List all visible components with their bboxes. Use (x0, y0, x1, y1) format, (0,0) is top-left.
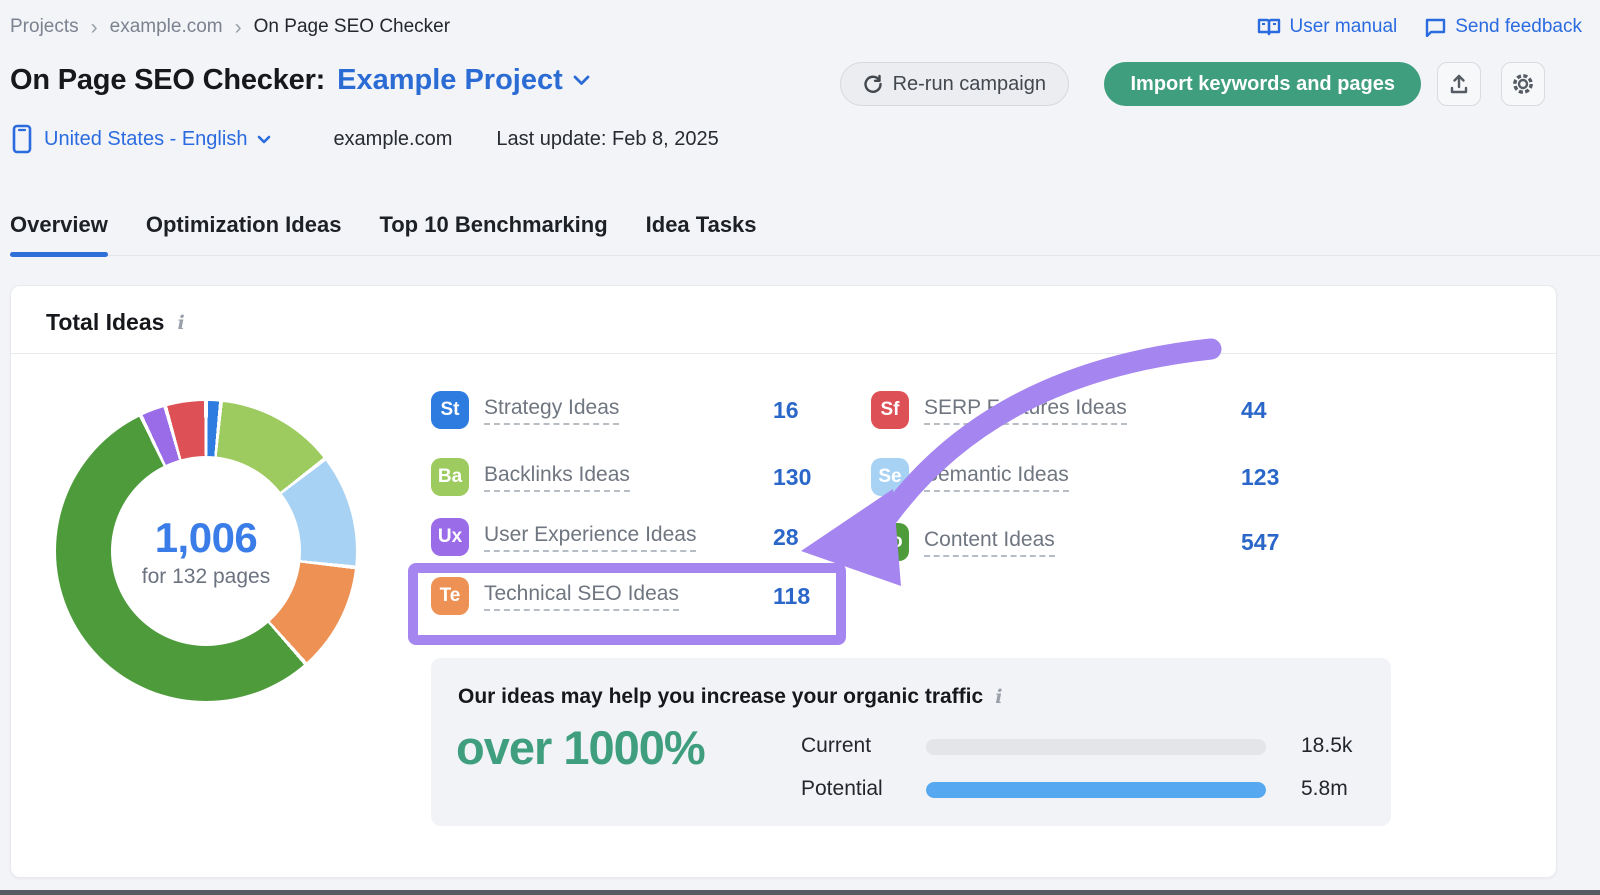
donut-chart[interactable]: 1,006 for 132 pages (56, 401, 356, 701)
total-ideas-count: 1,006 (155, 514, 258, 562)
legend-label[interactable]: Semantic Ideas (924, 463, 1069, 492)
potential-traffic-value: 5.8m (1301, 777, 1348, 801)
locale-label: United States - English (44, 128, 247, 151)
campaign-meta-row: United States - English example.com Last… (12, 124, 719, 154)
send-feedback-link[interactable]: Send feedback (1425, 16, 1582, 38)
legend-value: 118 (773, 583, 810, 610)
serp-features-badge: Sf (871, 391, 909, 429)
traffic-increase-highlight: over 1000% (456, 720, 705, 775)
legend-label[interactable]: SERP Features Ideas (924, 396, 1127, 425)
legend-value: 130 (773, 464, 811, 491)
settings-button[interactable] (1501, 62, 1545, 106)
page-title: On Page SEO Checker: (10, 64, 325, 97)
legend-label[interactable]: Technical SEO Ideas (484, 582, 679, 611)
rerun-campaign-label: Re-run campaign (893, 73, 1046, 96)
card-divider (11, 353, 1556, 354)
total-ideas-pages: for 132 pages (142, 565, 270, 589)
legend-item-strategy: St Strategy Ideas 16 (431, 388, 619, 432)
import-keywords-label: Import keywords and pages (1130, 73, 1395, 96)
last-update-text: Last update: Feb 8, 2025 (496, 128, 718, 151)
potential-traffic-bar (926, 782, 1266, 798)
chevron-right-icon: › (91, 17, 98, 38)
legend-item-serp-features: Sf SERP Features Ideas 44 (871, 388, 1127, 432)
current-traffic-value: 18.5k (1301, 734, 1352, 758)
legend-value: 547 (1241, 529, 1279, 556)
legend-label[interactable]: User Experience Ideas (484, 523, 696, 552)
legend-value: 123 (1241, 464, 1279, 491)
feedback-bubble-icon (1425, 17, 1446, 37)
legend-item-backlinks: Ba Backlinks Ideas 130 (431, 455, 630, 499)
window-bottom-edge (0, 890, 1600, 895)
potential-traffic-label: Potential (801, 777, 883, 801)
strategy-badge: St (431, 391, 469, 429)
legend-item-semantic: Se Semantic Ideas 123 (871, 455, 1069, 499)
card-title-row: Total Ideas i (46, 309, 185, 336)
user-manual-label: User manual (1290, 16, 1398, 38)
tab-optimization-ideas[interactable]: Optimization Ideas (146, 206, 342, 255)
chevron-down-icon (257, 135, 271, 144)
breadcrumb-domain[interactable]: example.com (110, 16, 223, 38)
gear-icon (1511, 72, 1535, 96)
tab-idea-tasks[interactable]: Idea Tasks (646, 206, 757, 255)
locale-dropdown[interactable]: United States - English (44, 128, 271, 151)
legend-label[interactable]: Strategy Ideas (484, 396, 619, 425)
send-feedback-label: Send feedback (1455, 16, 1582, 38)
card-title: Total Ideas (46, 309, 164, 336)
legend-item-content: Co Content Ideas 547 (871, 520, 1055, 564)
backlinks-badge: Ba (431, 458, 469, 496)
refresh-icon (863, 74, 883, 94)
campaign-domain: example.com (333, 128, 452, 151)
legend-value: 28 (773, 524, 799, 551)
info-icon[interactable]: i (177, 312, 184, 334)
upload-icon (1448, 73, 1470, 95)
breadcrumb-current-page: On Page SEO Checker (254, 16, 450, 38)
export-upload-button[interactable] (1437, 62, 1481, 106)
user-experience-badge: Ux (431, 518, 469, 556)
tab-overview[interactable]: Overview (10, 206, 108, 255)
current-traffic-label: Current (801, 734, 871, 758)
potential-traffic-fill (926, 782, 1266, 798)
import-keywords-button[interactable]: Import keywords and pages (1104, 62, 1421, 106)
project-dropdown[interactable]: Example Project (337, 64, 590, 97)
user-manual-link[interactable]: User manual (1257, 16, 1398, 38)
legend-value: 44 (1241, 397, 1267, 424)
legend-value: 16 (773, 397, 799, 424)
legend-label[interactable]: Backlinks Ideas (484, 463, 630, 492)
book-icon (1257, 17, 1281, 37)
content-badge: Co (871, 523, 909, 561)
tab-top-10-benchmarking[interactable]: Top 10 Benchmarking (379, 206, 607, 255)
technical-seo-badge: Te (431, 577, 469, 615)
device-icon (12, 124, 32, 154)
legend-item-user-experience: Ux User Experience Ideas 28 (431, 515, 696, 559)
page-title-row: On Page SEO Checker: Example Project (10, 64, 590, 97)
traffic-panel-title-row: Our ideas may help you increase your org… (458, 685, 1002, 709)
semantic-badge: Se (871, 458, 909, 496)
chevron-down-icon (573, 75, 590, 86)
organic-traffic-panel: Our ideas may help you increase your org… (431, 658, 1391, 826)
current-traffic-bar (926, 739, 1266, 755)
total-ideas-card: Total Ideas i 1,006 for 132 pages St Str… (10, 285, 1557, 878)
rerun-campaign-button[interactable]: Re-run campaign (840, 62, 1069, 106)
traffic-panel-title: Our ideas may help you increase your org… (458, 685, 983, 709)
on-page-seo-checker-screen: Projects › example.com › On Page SEO Che… (0, 0, 1600, 895)
breadcrumb-projects[interactable]: Projects (10, 16, 79, 38)
breadcrumb: Projects › example.com › On Page SEO Che… (10, 16, 450, 38)
donut-center: 1,006 for 132 pages (111, 456, 301, 646)
info-icon[interactable]: i (995, 686, 1002, 708)
chevron-right-icon: › (235, 17, 242, 38)
legend-item-technical-seo: Te Technical SEO Ideas 118 (431, 574, 679, 618)
legend-label[interactable]: Content Ideas (924, 528, 1055, 557)
header-links: User manual Send feedback (1257, 16, 1582, 38)
project-name: Example Project (337, 64, 563, 97)
report-tabs: Overview Optimization Ideas Top 10 Bench… (10, 206, 1600, 256)
